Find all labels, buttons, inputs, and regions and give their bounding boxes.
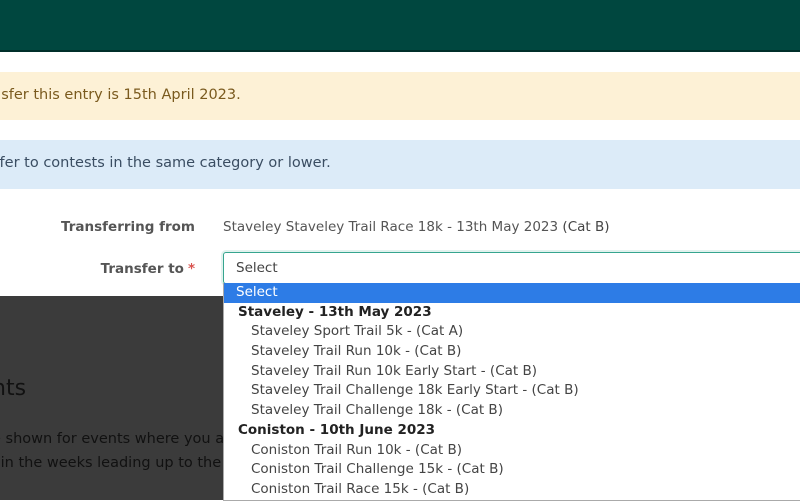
transfer-to-dropdown-list[interactable]: Select Staveley - 13th May 2023 Staveley S… — [223, 283, 800, 501]
dropdown-group-header: Staveley - 13th May 2023 — [238, 303, 432, 320]
transfer-to-select[interactable]: Select — [223, 252, 800, 284]
required-asterisk: * — [187, 261, 195, 277]
transfer-deadline-alert: nsfer this entry is 15th April 2023. — [0, 72, 800, 120]
top-navbar — [0, 0, 800, 52]
transferring-from-value: Staveley Staveley Trail Race 18k - 13th … — [223, 219, 610, 235]
events-text-line-1: e shown for events where you a — [0, 431, 225, 447]
transferring-from-category: (Cat B) — [562, 219, 610, 235]
dropdown-option[interactable]: Coniston Trail Run 10k - (Cat B) — [224, 441, 800, 461]
dropdown-option[interactable]: Coniston Trail Race 15k - (Cat B) — [224, 480, 800, 500]
dropdown-option[interactable]: Staveley Trail Run 10k - (Cat B) — [224, 342, 800, 362]
dropdown-option[interactable]: Staveley Trail Run 10k Early Start - (Ca… — [224, 362, 800, 382]
dropdown-option[interactable]: Staveley Trail Challenge 18k - (Cat B) — [224, 401, 800, 421]
dropdown-group-header: Coniston - 10th June 2023 — [238, 421, 436, 438]
transfer-rules-alert: sfer to contests in the same category or… — [0, 140, 800, 189]
transfer-rules-text: sfer to contests in the same category or… — [0, 155, 331, 171]
dropdown-option[interactable]: Staveley Sport Trail 5k - (Cat A) — [224, 322, 800, 342]
transfer-to-select-value: Select — [236, 260, 278, 276]
transferring-from-event: Staveley Staveley Trail Race 18k - 13th … — [223, 219, 559, 235]
transfer-deadline-text: nsfer this entry is 15th April 2023. — [0, 87, 241, 103]
events-heading: nts — [0, 376, 27, 401]
transfer-form: Transferring from Staveley Staveley Trai… — [0, 190, 800, 296]
dropdown-option-select[interactable]: Select — [224, 283, 800, 303]
transferring-from-label: Transferring from — [61, 219, 195, 235]
events-text-line-2: l in the weeks leading up to the — [0, 455, 222, 471]
transfer-to-label-text: Transfer to — [100, 261, 184, 277]
dropdown-option[interactable]: Staveley Trail Challenge 18k Early Start… — [224, 381, 800, 401]
dropdown-option[interactable]: Coniston Trail Challenge 15k - (Cat B) — [224, 460, 800, 480]
transfer-to-label: Transfer to * — [101, 261, 195, 277]
